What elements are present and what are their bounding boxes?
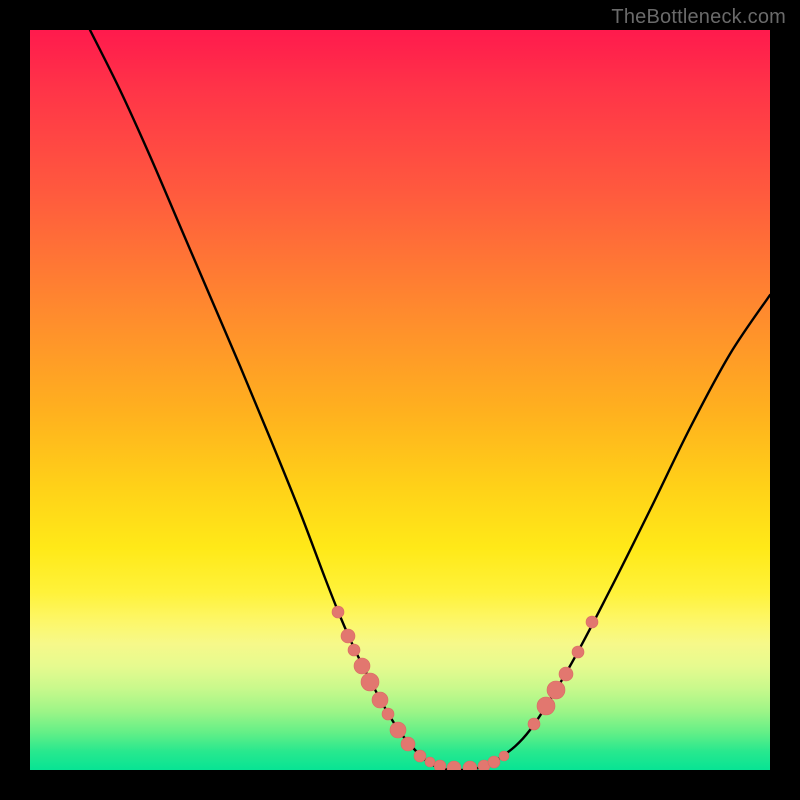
curve-marker-dot — [537, 697, 555, 715]
watermark-text: TheBottleneck.com — [611, 6, 786, 29]
curve-marker-dot — [528, 718, 540, 730]
curve-marker-dot — [382, 708, 394, 720]
curve-marker-dot — [572, 646, 584, 658]
outer-frame: TheBottleneck.com — [0, 0, 800, 800]
curve-marker-dot — [354, 658, 370, 674]
bottleneck-chart-svg — [30, 30, 770, 770]
curve-marker-dot — [547, 681, 565, 699]
curve-marker-dot — [434, 760, 446, 770]
curve-marker-dot — [425, 757, 435, 767]
curve-marker-dot — [463, 761, 477, 770]
curve-marker-dot — [586, 616, 598, 628]
curve-marker-dot — [372, 692, 388, 708]
curve-marker-dot — [348, 644, 360, 656]
bottleneck-curve — [90, 30, 770, 770]
curve-marker-dot — [447, 761, 461, 770]
curve-marker-dot — [361, 673, 379, 691]
curve-markers — [332, 606, 598, 770]
plot-area — [30, 30, 770, 770]
curve-marker-dot — [559, 667, 573, 681]
curve-marker-dot — [390, 722, 406, 738]
curve-marker-dot — [401, 737, 415, 751]
curve-marker-dot — [499, 751, 509, 761]
curve-marker-dot — [341, 629, 355, 643]
curve-marker-dot — [332, 606, 344, 618]
curve-marker-dot — [414, 750, 426, 762]
curve-marker-dot — [488, 756, 500, 768]
